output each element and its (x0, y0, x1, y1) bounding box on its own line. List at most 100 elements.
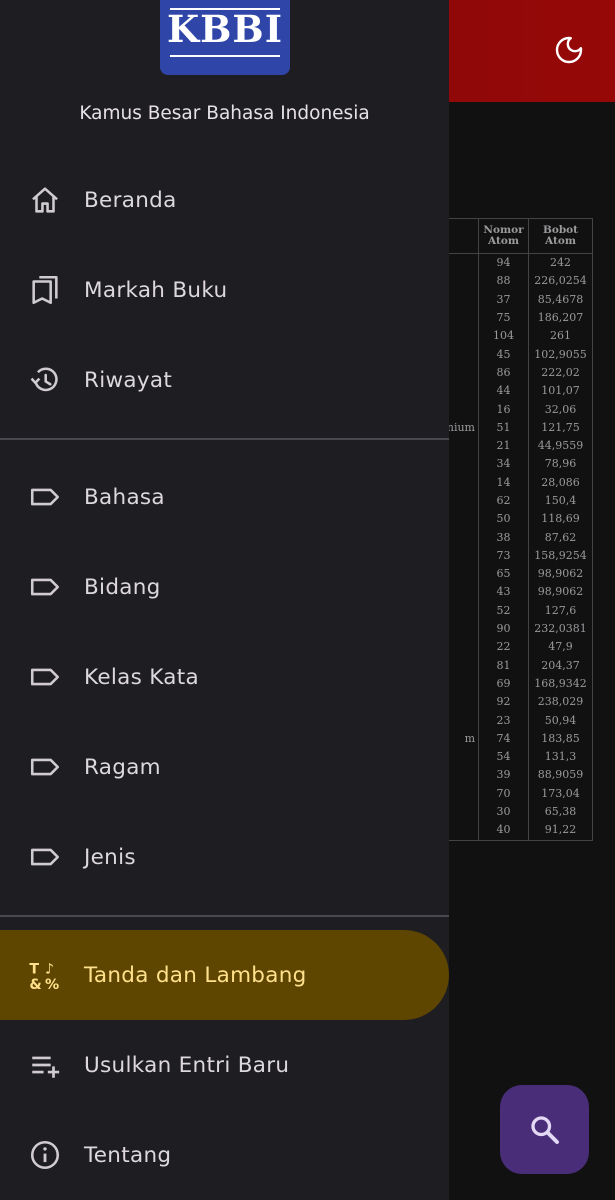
atomic-weight-cell: 91,22 (528, 821, 593, 841)
atomic-number-cell: 44 (478, 382, 529, 401)
nav-label: Beranda (84, 187, 177, 213)
svg-text:%: % (45, 977, 59, 992)
atomic-number-cell: 104 (478, 327, 529, 346)
nav-label: Kelas Kata (84, 664, 199, 690)
atomic-weight-cell: 186,207 (528, 308, 593, 328)
atomic-weight-cell: 50,94 (528, 711, 593, 730)
nav-label: Bidang (84, 574, 161, 600)
atomic-weight-cell: 121,75 (528, 418, 593, 437)
label-icon (28, 570, 62, 604)
nav-item-beranda[interactable]: Beranda (0, 155, 449, 245)
atomic-number-cell: 14 (478, 473, 529, 492)
nav-item-ragam[interactable]: Ragam (0, 722, 449, 812)
atomic-number-cell: 39 (478, 766, 529, 785)
atomic-number-cell: 70 (478, 784, 529, 803)
nav-label: Tanda dan Lambang (84, 962, 307, 988)
atomic-number-cell: 65 (478, 565, 529, 584)
nav-item-bahasa[interactable]: Bahasa (0, 452, 449, 542)
atomic-number-cell: 73 (478, 546, 529, 566)
atomic-weight-cell: 65,38 (528, 802, 593, 822)
atomic-number-cell: 38 (478, 528, 529, 547)
nav-label: Jenis (84, 844, 136, 870)
atomic-number-cell: 94 (478, 253, 529, 273)
nav-label: Bahasa (84, 484, 165, 510)
nav-item-tentang[interactable]: Tentang (0, 1110, 449, 1200)
atomic-weight-cell: 150,4 (528, 491, 593, 511)
navigation-drawer: KBBI Kamus Besar Bahasa Indonesia Berand… (0, 0, 449, 1200)
home-icon (28, 183, 62, 217)
label-icon (28, 840, 62, 874)
atomic-weight-cell: 28,086 (528, 473, 593, 492)
atomic-weight-cell: 261 (528, 327, 593, 346)
atomic-weight-cell: 158,9254 (528, 546, 593, 566)
atomic-number-cell: 51 (478, 418, 529, 437)
atomic-number-cell: 62 (478, 491, 529, 511)
svg-text:♪: ♪ (45, 962, 54, 978)
label-icon (28, 660, 62, 694)
nav-item-jenis[interactable]: Jenis (0, 812, 449, 902)
drawer-divider (0, 915, 449, 917)
atomic-weight-cell: 88,9059 (528, 766, 593, 785)
atomic-number-cell: 50 (478, 510, 529, 529)
theme-toggle-button[interactable] (553, 34, 585, 66)
nav-item-riwayat[interactable]: Riwayat (0, 335, 449, 425)
atomic-number-cell: 34 (478, 455, 529, 474)
history-icon (28, 363, 62, 397)
atomic-weight-cell: 242 (528, 253, 593, 273)
atomic-weight-cell: 87,62 (528, 528, 593, 547)
label-icon (28, 750, 62, 784)
atomic-number-cell: 16 (478, 400, 529, 419)
atomic-weight-cell: 85,4678 (528, 290, 593, 309)
atomic-weight-cell: 173,04 (528, 784, 593, 803)
atomic-weight-cell: 98,9062 (528, 583, 593, 602)
atomic-weight-cell: 44,9559 (528, 436, 593, 456)
atomic-number-cell: 92 (478, 693, 529, 712)
atomic-number-cell: 21 (478, 436, 529, 456)
logo-text: KBBI (166, 7, 283, 51)
nav-item-kelas-kata[interactable]: Kelas Kata (0, 632, 449, 722)
playlist-add-icon (28, 1048, 62, 1082)
nav-item-markah-buku[interactable]: Markah Buku (0, 245, 449, 335)
kbbi-logo: KBBI (160, 0, 290, 75)
moon-icon (555, 36, 583, 64)
atomic-weight-cell: 183,85 (528, 729, 593, 749)
search-icon (530, 1115, 559, 1144)
atomic-number-cell: 75 (478, 308, 529, 328)
atomic-number-cell: 52 (478, 601, 529, 620)
nav-label: Riwayat (84, 367, 173, 393)
atomic-number-cell: 40 (478, 821, 529, 841)
atomic-weight-cell: 32,06 (528, 400, 593, 419)
atomic-number-cell: 30 (478, 802, 529, 822)
atomic-number-cell: 81 (478, 656, 529, 675)
atomic-weight-cell: 204,37 (528, 656, 593, 675)
atomic-weight-cell: 78,96 (528, 455, 593, 474)
atomic-weight-cell: 222,02 (528, 363, 593, 383)
bookmarks-icon (28, 273, 62, 307)
label-icon (28, 480, 62, 514)
nav-label: Usulkan Entri Baru (84, 1052, 290, 1078)
nav-item-tanda-dan-lambang[interactable]: T ♪ & % Tanda dan Lambang (0, 930, 449, 1020)
atomic-number-cell: 86 (478, 363, 529, 383)
atomic-weight-cell: 118,69 (528, 510, 593, 529)
atomic-number-cell: 88 (478, 272, 529, 291)
nav-label: Ragam (84, 754, 161, 780)
atomic-number-cell: 22 (478, 638, 529, 657)
search-fab[interactable] (500, 1085, 589, 1174)
atomic-number-cell: 43 (478, 583, 529, 602)
atomic-weight-cell: 168,9342 (528, 674, 593, 694)
info-icon (28, 1138, 62, 1172)
atomic-number-cell: 23 (478, 711, 529, 730)
nav-item-usulkan-entri-baru[interactable]: Usulkan Entri Baru (0, 1020, 449, 1110)
svg-text:&: & (29, 977, 41, 992)
atomic-weight-cell: 238,029 (528, 693, 593, 712)
atomic-weight-cell: 98,9062 (528, 565, 593, 584)
atomic-weight-cell: 232,0381 (528, 619, 593, 639)
symbols-icon: T ♪ & % (28, 958, 62, 992)
atomic-weight-cell: 127,6 (528, 601, 593, 620)
svg-text:T: T (29, 962, 39, 978)
table-header-atomic-number: Nomor Atom (478, 218, 529, 254)
nav-item-bidang[interactable]: Bidang (0, 542, 449, 632)
atomic-number-cell: 74 (478, 729, 529, 749)
table-header-atomic-weight: Bobot Atom (528, 218, 593, 254)
atomic-number-cell: 45 (478, 345, 529, 364)
